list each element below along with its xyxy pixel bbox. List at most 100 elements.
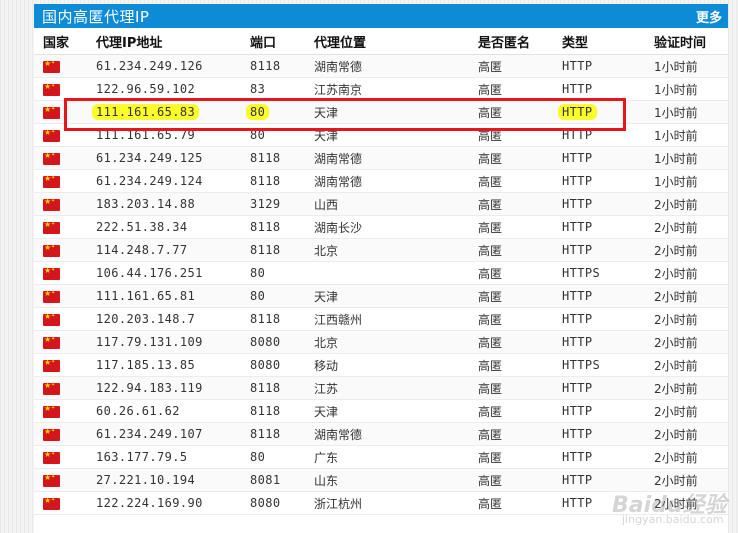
china-flag-icon — [43, 196, 60, 211]
country-cell — [34, 58, 88, 73]
anonymity-cell: 高匿 — [478, 128, 503, 143]
ip-cell: 183.203.14.88 — [88, 197, 246, 211]
header-type: 类型 — [562, 35, 589, 51]
ip-text: 114.248.7.77 — [96, 243, 188, 257]
header-verified: 验证时间 — [654, 35, 707, 51]
type-text: HTTP — [562, 59, 593, 73]
china-flag-icon — [43, 242, 60, 257]
china-flag-icon — [43, 357, 60, 372]
type-text: HTTP — [562, 312, 593, 326]
anonymity-cell: 高匿 — [478, 174, 503, 189]
port-cell: 8081 — [246, 473, 312, 487]
port-text: 8118 — [250, 59, 281, 73]
header-port: 端口 — [250, 35, 277, 51]
ip-text: 111.161.65.79 — [96, 128, 196, 142]
country-cell — [34, 472, 88, 487]
port-text: 80 — [250, 128, 266, 142]
table-row: 27.221.10.194 8081 山东 高匿 HTTP 2小时前 — [34, 469, 728, 492]
verified-cell: 2小时前 — [654, 496, 698, 511]
ip-text: 111.161.65.81 — [96, 289, 196, 303]
country-cell — [34, 449, 88, 464]
table-row: 61.234.249.124 8118 湖南常德 高匿 HTTP 1小时前 — [34, 170, 728, 193]
type-cell: HTTP — [558, 404, 652, 418]
china-flag-icon — [43, 173, 60, 188]
verified-cell: 1小时前 — [654, 82, 698, 97]
ip-cell: 117.79.131.109 — [88, 335, 246, 349]
type-text: HTTP — [562, 174, 593, 188]
table-row: 106.44.176.251 80 高匿 HTTPS 2小时前 — [34, 262, 728, 285]
type-text: HTTP — [562, 335, 593, 349]
china-flag-icon — [43, 380, 60, 395]
table-row: 120.203.148.7 8118 江西赣州 高匿 HTTP 2小时前 — [34, 308, 728, 331]
table-row: 122.96.59.102 83 江苏南京 高匿 HTTP 1小时前 — [34, 78, 728, 101]
port-text: 80 — [250, 266, 266, 280]
ip-cell: 111.161.65.81 — [88, 289, 246, 303]
china-flag-icon — [43, 449, 60, 464]
ip-cell: 120.203.148.7 — [88, 312, 246, 326]
anonymity-cell: 高匿 — [478, 59, 503, 74]
port-text: 8118 — [250, 427, 281, 441]
ip-cell: 117.185.13.85 — [88, 358, 246, 372]
verified-cell: 2小时前 — [654, 335, 698, 350]
china-flag-icon — [43, 426, 60, 441]
port-cell: 83 — [246, 82, 312, 96]
port-cell: 80 — [246, 128, 312, 142]
type-cell: HTTP — [558, 335, 652, 349]
port-text: 8118 — [250, 381, 281, 395]
ip-text: 60.26.61.62 — [96, 404, 180, 418]
anonymity-cell: 高匿 — [478, 151, 503, 166]
location-cell: 天津 — [314, 404, 339, 419]
table-row: 117.185.13.85 8080 移动 高匿 HTTPS 2小时前 — [34, 354, 728, 377]
location-cell: 江苏 — [314, 381, 339, 396]
ip-cell: 122.94.183.119 — [88, 381, 246, 395]
china-flag-icon — [43, 472, 60, 487]
type-text: HTTP — [562, 381, 593, 395]
ip-cell: 61.234.249.124 — [88, 174, 246, 188]
table-row: 122.94.183.119 8118 江苏 高匿 HTTP 2小时前 — [34, 377, 728, 400]
location-cell: 湖南常德 — [314, 427, 363, 442]
type-cell: HTTP — [558, 220, 652, 234]
table-row: 61.234.249.126 8118 湖南常德 高匿 HTTP 1小时前 — [34, 55, 728, 78]
port-cell: 8080 — [246, 496, 312, 510]
verified-cell: 1小时前 — [654, 174, 698, 189]
verified-cell: 2小时前 — [654, 473, 698, 488]
table-row: 183.203.14.88 3129 山西 高匿 HTTP 2小时前 — [34, 193, 728, 216]
port-cell: 80 — [246, 289, 312, 303]
anonymity-cell: 高匿 — [478, 82, 503, 97]
header-anonymity: 是否匿名 — [478, 35, 531, 51]
verified-cell: 1小时前 — [654, 151, 698, 166]
proxy-list-panel: 国内高匿代理IP 更多 国家 代理IP地址 端口 代理位置 是否匿名 类型 验证… — [34, 4, 728, 533]
ip-text: 61.234.249.107 — [96, 427, 203, 441]
ip-cell: 61.234.249.107 — [88, 427, 246, 441]
header-ip: 代理IP地址 — [96, 35, 163, 51]
port-text: 8081 — [250, 473, 281, 487]
location-cell: 北京 — [314, 243, 339, 258]
port-text: 8118 — [250, 312, 281, 326]
country-cell — [34, 334, 88, 349]
ip-text: 222.51.38.34 — [96, 220, 188, 234]
port-text: 8080 — [250, 496, 281, 510]
anonymity-cell: 高匿 — [478, 289, 503, 304]
type-cell: HTTP — [558, 450, 652, 464]
location-cell: 广东 — [314, 450, 339, 465]
ip-text: 122.94.183.119 — [96, 381, 203, 395]
anonymity-cell: 高匿 — [478, 105, 503, 120]
port-cell: 8118 — [246, 174, 312, 188]
table-body: 61.234.249.126 8118 湖南常德 高匿 HTTP 1小时前 12… — [34, 55, 728, 515]
location-cell: 浙江杭州 — [314, 496, 363, 511]
type-text: HTTP — [562, 289, 593, 303]
more-link[interactable]: 更多 — [696, 7, 722, 26]
verified-cell: 2小时前 — [654, 289, 698, 304]
country-cell — [34, 265, 88, 280]
port-cell: 80 — [246, 104, 312, 120]
port-cell: 8118 — [246, 427, 312, 441]
ip-text: 122.224.169.90 — [96, 496, 203, 510]
ip-text: 111.161.65.83 — [92, 104, 200, 120]
ip-cell: 114.248.7.77 — [88, 243, 246, 257]
verified-cell: 1小时前 — [654, 105, 698, 120]
type-cell: HTTP — [558, 289, 652, 303]
port-text: 80 — [250, 450, 266, 464]
ip-text: 61.234.249.126 — [96, 59, 203, 73]
country-cell — [34, 380, 88, 395]
anonymity-cell: 高匿 — [478, 220, 503, 235]
